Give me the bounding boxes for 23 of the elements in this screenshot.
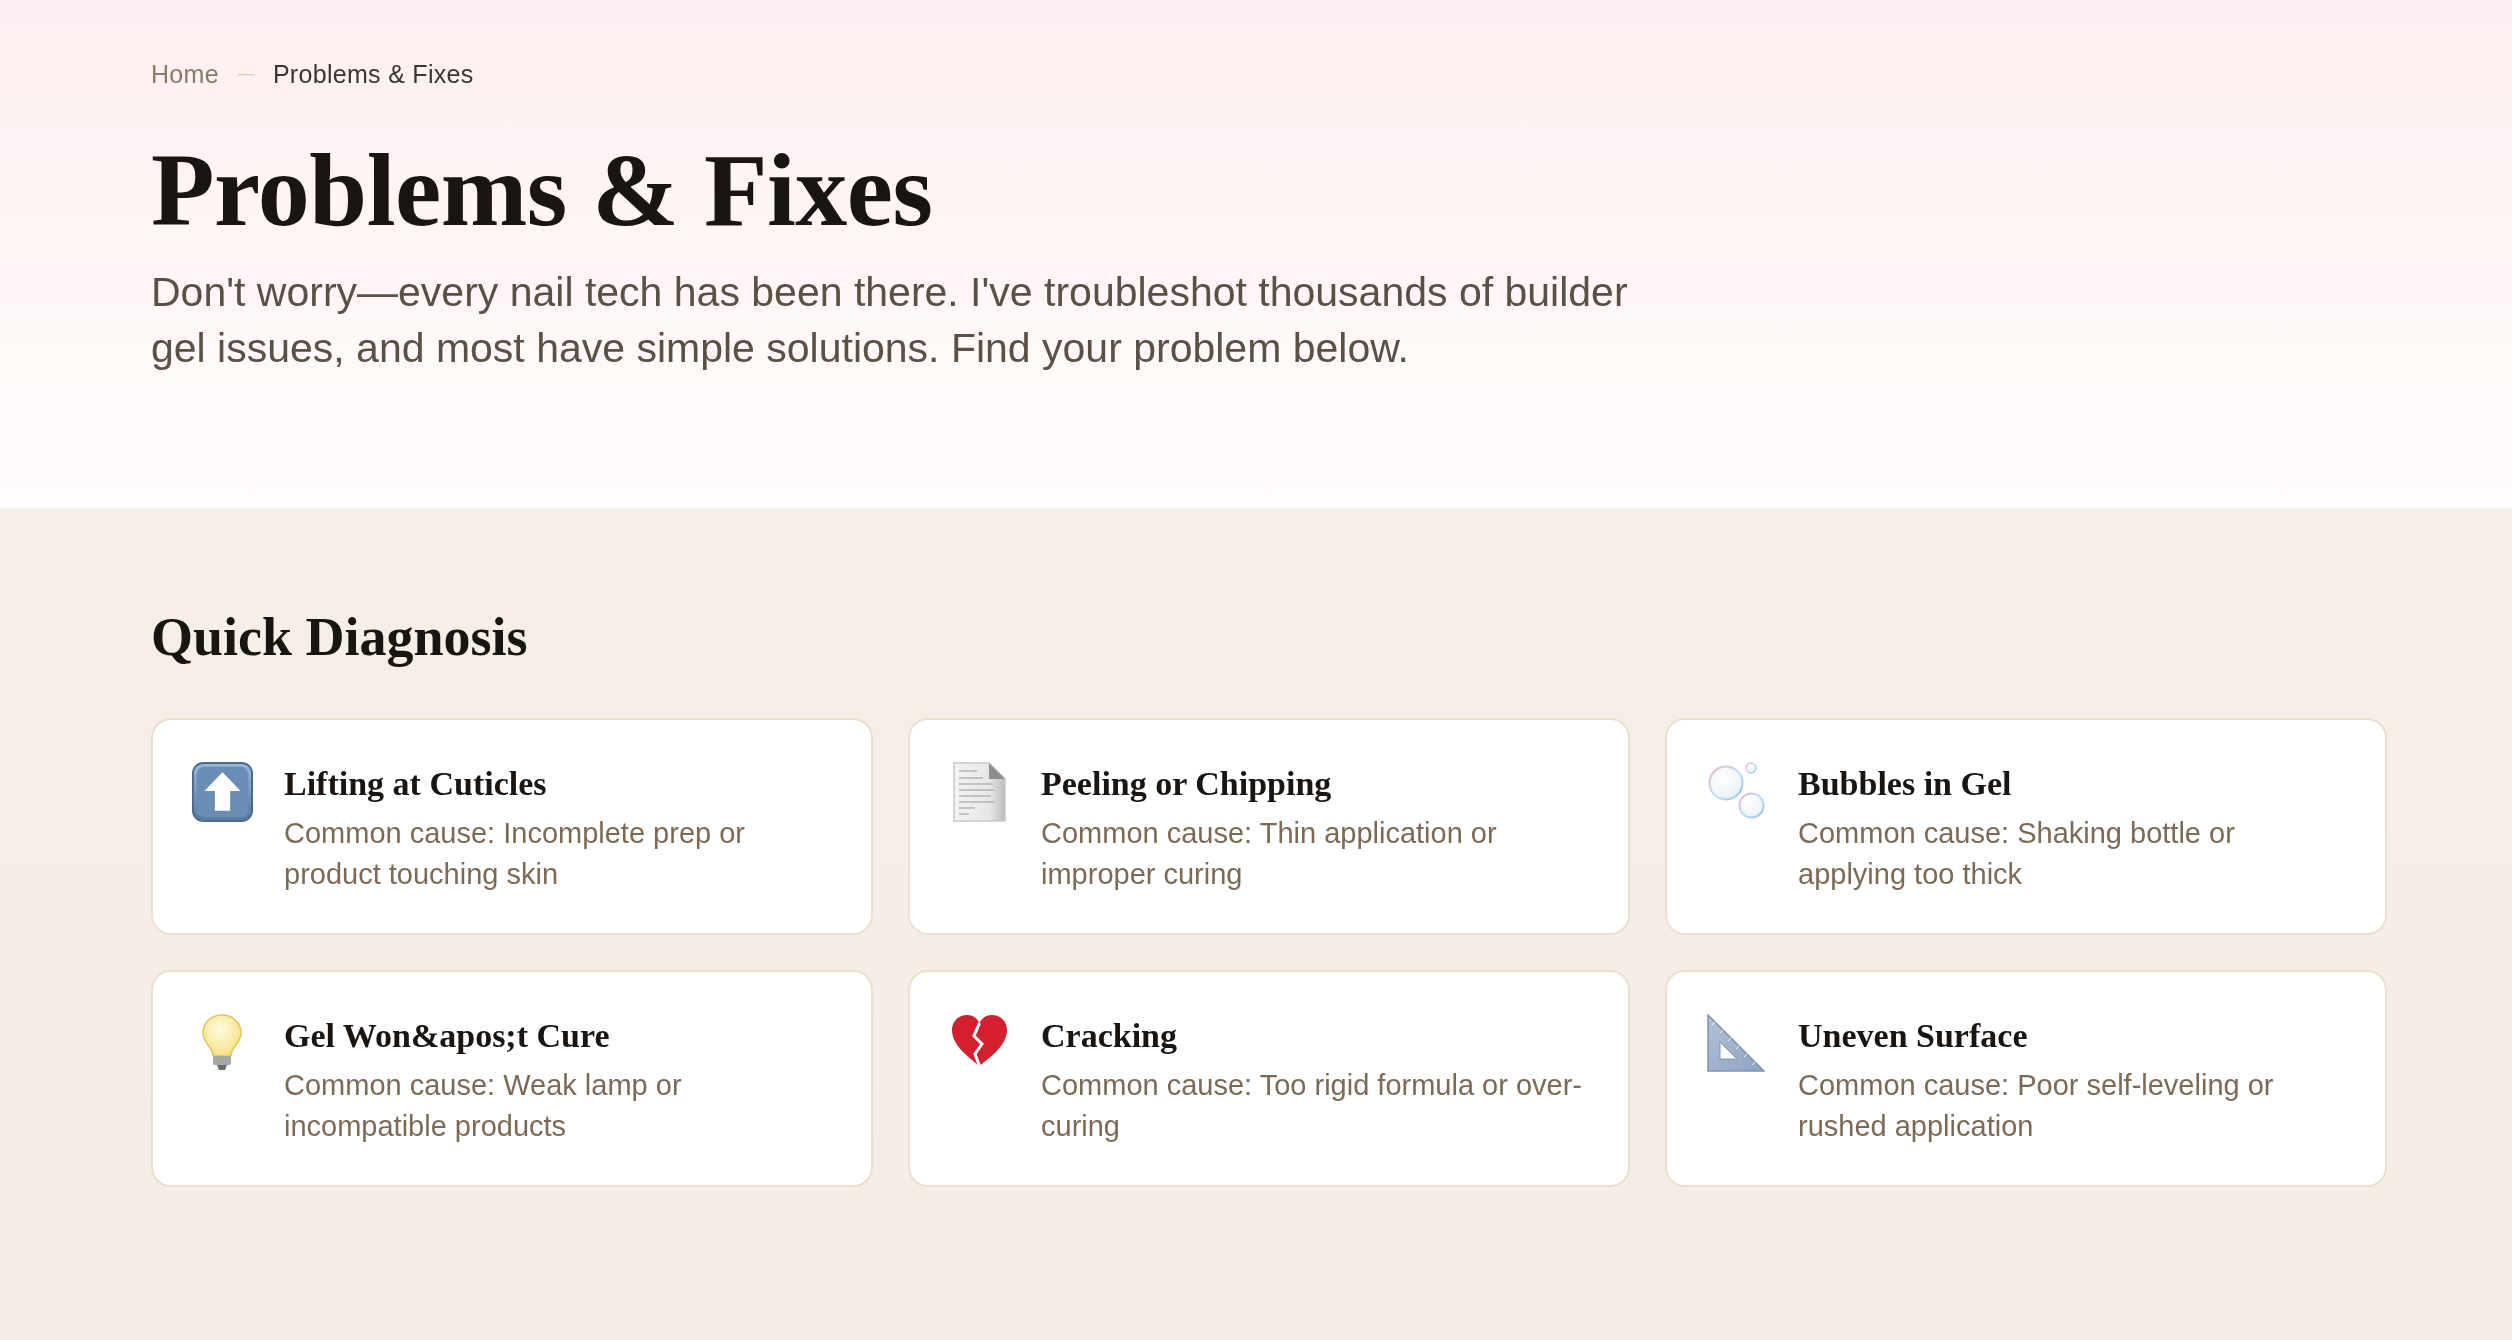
card-title: Cracking bbox=[1041, 1016, 1178, 1056]
broken-heart-icon bbox=[950, 1014, 1008, 1067]
card-description: Common cause: Shaking bottle or applying too thick bbox=[1798, 816, 2236, 892]
card-title: Gel Won&apos;t Cure bbox=[284, 1016, 611, 1056]
breadcrumb-separator: — bbox=[237, 63, 255, 85]
triangle-ruler-icon bbox=[1707, 1014, 1765, 1072]
card-title: Bubbles in Gel bbox=[1798, 764, 2013, 804]
card-title: Uneven Surface bbox=[1798, 1016, 2029, 1056]
light-bulb-icon bbox=[202, 1014, 242, 1071]
intro-text: Don't worry—every nail tech has been there. I've troubleshot thousands of builder gel issues, and most have simple solutions. Find your problem below. bbox=[151, 268, 1629, 373]
card-description: Common cause: Incomplete prep or product touching skin bbox=[284, 816, 746, 892]
card-description: Common cause: Poor self-leveling or rushed application bbox=[1798, 1068, 2275, 1144]
breadcrumb-current: Problems & Fixes bbox=[272, 59, 474, 90]
card-description: Common cause: Thin application or improper curing bbox=[1041, 816, 1498, 892]
section-heading: Quick Diagnosis bbox=[151, 606, 529, 669]
document-icon bbox=[952, 762, 1006, 822]
card-title: Lifting at Cuticles bbox=[284, 764, 548, 804]
card-description: Common cause: Weak lamp or incompatible products bbox=[284, 1068, 683, 1144]
card-title: Peeling or Chipping bbox=[1041, 764, 1333, 804]
card-description: Common cause: Too rigid formula or over-curing bbox=[1041, 1068, 1584, 1144]
breadcrumb-link[interactable]: Home bbox=[151, 58, 219, 90]
page-title: Problems & Fixes bbox=[151, 131, 934, 249]
bubbles-icon bbox=[1707, 762, 1765, 819]
